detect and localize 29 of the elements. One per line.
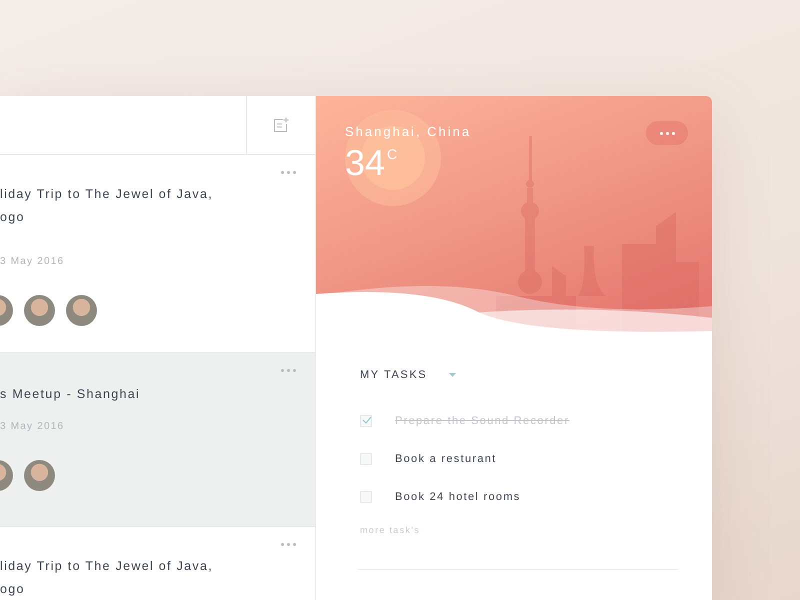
avatar-photo-placeholder [24, 460, 55, 491]
more-options-button[interactable] [281, 369, 296, 372]
checkmark-icon [362, 416, 372, 424]
event-title: liday Trip to The Jewel of Java, [0, 186, 214, 203]
event-title: ogo [0, 581, 26, 598]
event-date: 3 May 2016 [0, 256, 66, 267]
tasks-dropdown[interactable]: MY TASKS [360, 369, 456, 381]
add-note-button[interactable] [246, 96, 315, 154]
avatar-photo-placeholder [24, 295, 55, 326]
task-label: Prepare the Sound Recorder [395, 415, 570, 427]
task-checkbox[interactable] [360, 491, 372, 503]
event-card[interactable]: liday Trip to The Jewel of Java, ogo [0, 527, 315, 600]
event-card[interactable]: s Meetup - Shanghai 3 May 2016 [0, 353, 315, 527]
task-checkbox[interactable] [360, 415, 372, 427]
task-checkbox[interactable] [360, 453, 372, 465]
event-date: 3 May 2016 [0, 421, 66, 432]
city-name: Shanghai, China [345, 124, 472, 139]
more-options-button[interactable] [646, 121, 688, 145]
task-label: Book 24 hotel rooms [395, 491, 521, 503]
more-options-button[interactable] [281, 543, 296, 546]
event-card[interactable]: liday Trip to The Jewel of Java, ogo 3 May 2016 [0, 155, 315, 353]
event-title: liday Trip to The Jewel of Java, [0, 558, 214, 575]
caret-icon [449, 373, 456, 377]
add-note-icon [273, 117, 289, 133]
more-options-button[interactable] [281, 171, 296, 174]
avatar-photo-placeholder [66, 295, 97, 326]
event-title: s Meetup - Shanghai [0, 386, 142, 403]
event-title: ogo [0, 209, 26, 226]
task-label: Book a resturant [395, 453, 497, 465]
